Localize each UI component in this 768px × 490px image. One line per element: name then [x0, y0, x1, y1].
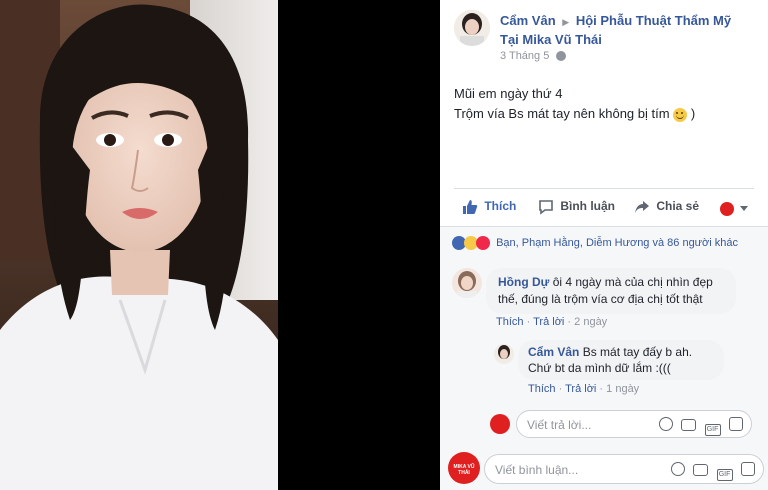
group-name[interactable]: Hội Phẫu Thuật Thẩm Mỹ — [576, 13, 731, 28]
post-date-row: 3 Tháng 5 — [500, 50, 567, 62]
post-text-line1: Mũi em ngày thứ 4 — [454, 86, 563, 101]
page-avatar-text: MIKA VŨ THÁI — [453, 464, 475, 476]
action-bar: Thích Bình luận Chia sẻ — [454, 190, 754, 224]
comment-bubble: Hồng Dự ôi 4 ngày mà của chị nhìn đẹp th… — [486, 268, 736, 314]
share-icon — [635, 201, 649, 213]
reply-avatar-image — [494, 344, 514, 364]
mika-logo-icon — [720, 201, 734, 216]
love-reaction-icon — [476, 236, 490, 250]
like-label: Thích — [484, 199, 517, 214]
camera-icon[interactable] — [681, 419, 697, 431]
thumbs-up-icon — [463, 200, 478, 214]
comment-text-line2: thế, đúng là trộm vía cơ địa chị tốt thậ… — [498, 292, 703, 306]
group-name-line2[interactable]: Tại Mika Vũ Thái — [500, 32, 602, 47]
share-label: Chia sẻ — [656, 199, 700, 214]
globe-icon — [556, 51, 567, 62]
reply-input-placeholder: Viết trả lời... — [527, 418, 592, 432]
post-text: Mũi em ngày thứ 4 Trộm vía Bs mát tay nê… — [454, 84, 754, 124]
page-avatar-selector[interactable] — [720, 200, 749, 218]
gif-icon[interactable]: GIF — [716, 469, 733, 481]
gif-icon[interactable]: GIF — [704, 424, 721, 436]
like-button[interactable]: Thích — [462, 199, 516, 215]
arrow-right-icon: ▶ — [562, 17, 570, 27]
share-button[interactable]: Chia sẻ — [634, 199, 699, 215]
sticker-icon[interactable] — [741, 462, 755, 476]
reply-text: Bs mát tay đấy b ah. — [582, 345, 693, 359]
reply-bubble: Cẩm Vân Bs mát tay đấy b ah. Chứ bt da m… — [518, 340, 724, 380]
comment-time[interactable]: 2 ngày — [574, 316, 607, 328]
comment-label: Bình luận — [560, 199, 616, 214]
reply-avatar[interactable] — [494, 344, 514, 364]
post-text-line2-end: ) — [690, 106, 696, 121]
post-photo[interactable] — [0, 0, 278, 490]
reply-text-line2: Chứ bt da mình dữ lắm :((( — [528, 361, 671, 375]
smiley-emoji-icon — [673, 107, 688, 122]
author-avatar-image — [454, 10, 490, 46]
reply-actions: Thích · Trả lời · 1 ngày — [528, 383, 639, 395]
comment-actions: Thích · Trả lời · 2 ngày — [496, 316, 607, 328]
post-header: Cẩm Vân ▶ Hội Phẫu Thuật Thẩm Mỹ Tại Mik… — [500, 12, 760, 49]
camera-icon[interactable] — [693, 464, 709, 476]
photo-viewer — [0, 0, 440, 490]
reactions-row[interactable]: Bạn, Phạm Hằng, Diễm Hương và 86 người k… — [452, 236, 738, 250]
reply-author[interactable]: Cẩm Vân — [528, 345, 579, 359]
comment-like-link[interactable]: Thích — [496, 316, 524, 328]
reply-time[interactable]: 1 ngày — [606, 383, 639, 395]
reply-input[interactable]: Viết trả lời... GIF — [516, 410, 752, 438]
author-name[interactable]: Cẩm Vân — [500, 13, 556, 28]
comment-text: ôi 4 ngày mà của chị nhìn đẹp — [552, 275, 713, 289]
author-avatar[interactable] — [454, 10, 490, 46]
reactions-summary[interactable]: Bạn, Phạm Hằng, Diễm Hương và 86 người k… — [496, 237, 738, 249]
comment-reply-link[interactable]: Trả lời — [533, 316, 564, 328]
reply-reply-link[interactable]: Trả lời — [565, 383, 596, 395]
comment-icon — [539, 200, 553, 215]
emoji-icon[interactable] — [670, 462, 685, 476]
sticker-icon[interactable] — [729, 417, 743, 431]
reply-like-link[interactable]: Thích — [528, 383, 556, 395]
divider — [454, 188, 754, 189]
comment-input-tools: GIF — [667, 462, 755, 481]
post-text-line2: Trộm vía Bs mát tay nên không bị tím — [454, 106, 670, 121]
comment-button[interactable]: Bình luận — [538, 199, 615, 215]
emoji-icon[interactable] — [658, 417, 673, 431]
comment-author[interactable]: Hồng Dự — [498, 275, 549, 289]
post-date[interactable]: 3 Tháng 5 — [500, 50, 549, 62]
comment-input[interactable]: Viết bình luận... GIF — [484, 454, 764, 484]
post-sidebar: Cẩm Vân ▶ Hội Phẫu Thuật Thẩm Mỹ Tại Mik… — [440, 0, 768, 490]
commenter-avatar[interactable] — [452, 268, 482, 298]
post-text-line2-row: Trộm vía Bs mát tay nên không bị tím ) — [454, 104, 754, 124]
portrait-image — [0, 0, 278, 490]
reply-input-tools: GIF — [655, 417, 743, 436]
reply-input-avatar — [490, 414, 510, 434]
page-avatar: MIKA VŨ THÁI — [448, 452, 480, 484]
commenter-avatar-image — [452, 268, 482, 298]
caret-down-icon — [740, 206, 749, 212]
comment-input-placeholder: Viết bình luận... — [495, 463, 579, 477]
